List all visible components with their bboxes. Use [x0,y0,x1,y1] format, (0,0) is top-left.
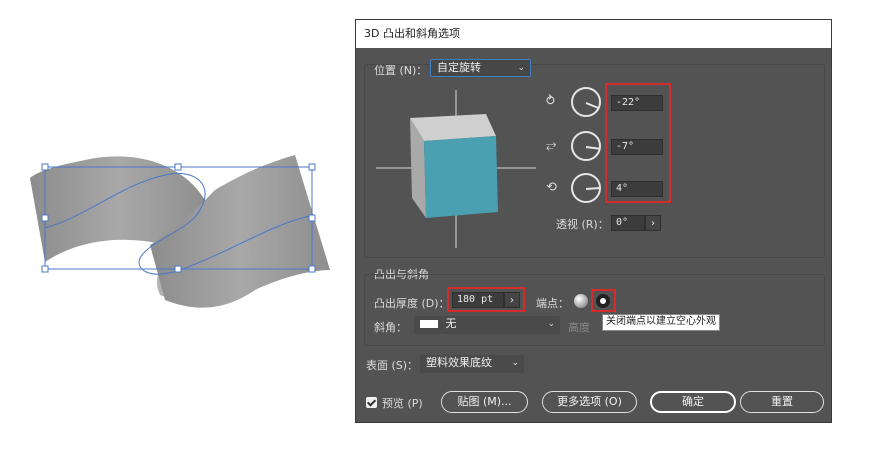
x-rotation-dial[interactable] [571,87,601,117]
chevron-down-icon: ⌄ [511,358,519,368]
y-dial-hand [585,146,601,150]
dialog-title: 3D 凸出和斜角选项 [356,20,831,48]
extrude-depth-label: 凸出厚度 (D)： [374,297,450,310]
bevel-label: 斜角： [374,321,407,334]
ribbon-artwork [30,155,330,308]
z-dial-hand [585,187,601,190]
cap-label: 端点： [536,297,569,310]
preview-checkbox[interactable] [366,397,377,408]
position-label: 位置 (N)： [374,64,428,77]
arrow-right-icon: › [651,218,655,229]
surface-label: 表面 (S)： [366,359,419,372]
surface-value: 塑料效果底纹 [426,356,492,369]
rotation-cube-preview[interactable] [376,88,536,248]
chevron-down-icon: ⌄ [517,63,525,73]
cap-highlight-box [591,289,616,312]
more-options-button[interactable]: 更多选项 (O) [542,391,637,413]
bevel-dropdown[interactable]: 无 ⌄ [414,316,560,334]
position-value: 自定旋转 [437,61,481,74]
map-button[interactable]: 贴图 (M)... [441,391,528,413]
cap-tooltip: 关闭端点以建立空心外观 [602,314,720,331]
perspective-field[interactable]: 0° [611,215,645,231]
chevron-down-icon: ⌄ [547,319,555,329]
preview-label: 预览 (P) [382,397,423,410]
bevel-value: 无 [445,317,457,330]
reset-button[interactable]: 重置 [740,391,824,413]
z-rotation-dial[interactable] [571,173,601,203]
bevel-swatch-icon [420,320,438,328]
position-dropdown[interactable]: 自定旋转 ⌄ [430,59,531,77]
perspective-arrow-button[interactable]: › [645,215,661,231]
extrude-depth-highlight-box [447,287,525,312]
perspective-label: 透视 (R)： [556,218,609,231]
surface-dropdown[interactable]: 塑料效果底纹 ⌄ [420,355,524,373]
y-axis-rotate-icon: ⥂ [546,138,557,153]
x-axis-rotate-icon: ⥁ [546,94,555,109]
y-rotation-dial[interactable] [571,131,601,161]
extrude-bevel-dialog: 3D 凸出和斜角选项 位置 (N)： 自定旋转 ⌄ ⥁ -22° ⥂ -7° ⟲… [355,19,832,423]
ok-button[interactable]: 确定 [650,391,736,413]
cap-on-icon[interactable] [574,294,588,308]
z-axis-rotate-icon: ⟲ [546,180,557,195]
height-label: 高度 [568,321,590,334]
cube-front-face [424,136,498,218]
x-dial-hand [585,102,600,110]
rotation-highlight-box [605,83,671,203]
